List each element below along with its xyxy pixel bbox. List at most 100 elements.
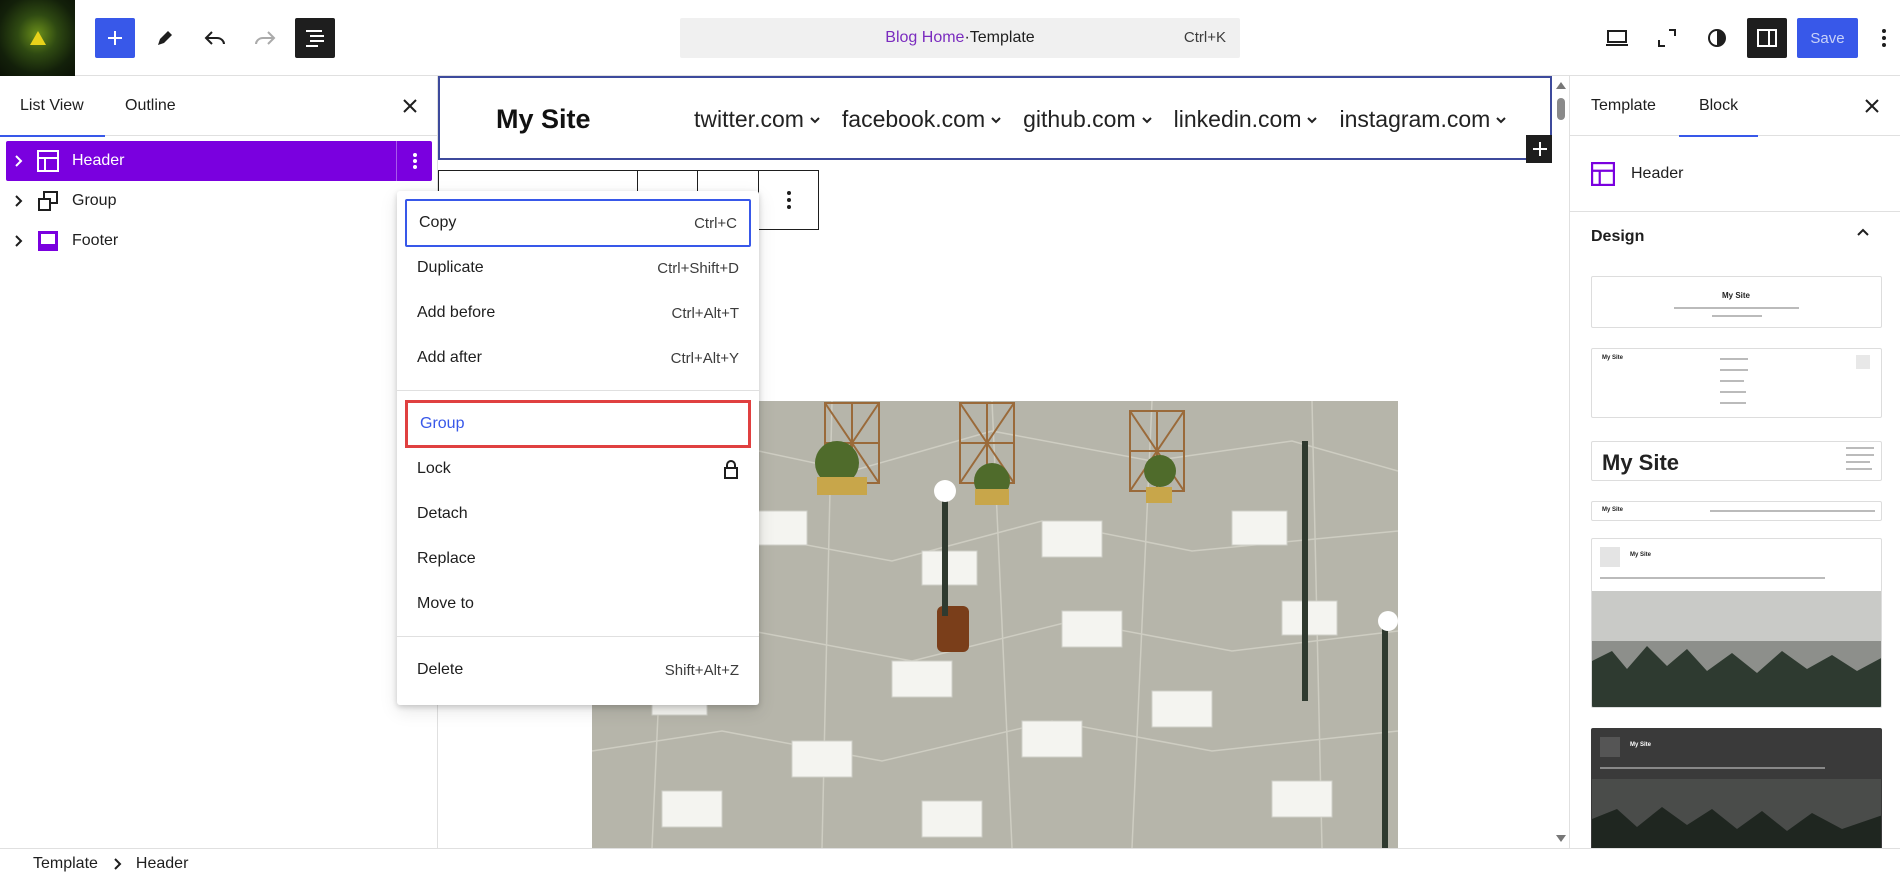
scroll-thumb[interactable] bbox=[1557, 98, 1565, 120]
menu-item-delete[interactable]: Delete Shift+Alt+Z bbox=[405, 646, 751, 694]
block-options-button[interactable] bbox=[396, 141, 432, 181]
plus-icon bbox=[1533, 142, 1547, 156]
save-button[interactable]: Save bbox=[1797, 18, 1858, 58]
nav-item-facebook[interactable]: facebook.com bbox=[842, 106, 1001, 133]
menu-item-duplicate[interactable]: Duplicate Ctrl+Shift+D bbox=[405, 244, 751, 292]
breadcrumb: Template Header bbox=[0, 848, 1900, 879]
list-view-item-label: Group bbox=[72, 192, 117, 209]
document-overview-button[interactable] bbox=[295, 18, 335, 58]
list-view-item-footer[interactable]: Footer bbox=[6, 221, 432, 261]
top-toolbar: Blog Home · Template Ctrl+K Save bbox=[0, 0, 1900, 76]
lock-icon bbox=[724, 460, 738, 479]
device-preview-button[interactable] bbox=[1597, 18, 1637, 58]
chevron-right-icon[interactable] bbox=[6, 235, 32, 247]
block-inserter-button[interactable] bbox=[1526, 135, 1554, 163]
undo-icon bbox=[204, 31, 225, 45]
chevron-down-icon bbox=[1496, 116, 1507, 123]
breadcrumb-item-header[interactable]: Header bbox=[136, 855, 188, 873]
menu-item-replace[interactable]: Replace bbox=[405, 535, 751, 583]
menu-item-detach[interactable]: Detach bbox=[405, 490, 751, 538]
nav-item-linkedin[interactable]: linkedin.com bbox=[1174, 106, 1318, 133]
chevron-down-icon bbox=[810, 116, 820, 123]
menu-item-copy[interactable]: Copy Ctrl+C bbox=[405, 199, 751, 247]
pattern-preview-centered[interactable]: My Site bbox=[1591, 276, 1882, 328]
close-icon bbox=[403, 99, 417, 113]
chevron-up-icon[interactable] bbox=[1856, 227, 1870, 237]
close-list-view-button[interactable] bbox=[396, 92, 424, 120]
pattern-preview-large-title[interactable]: My Site bbox=[1591, 441, 1882, 481]
tools-button[interactable] bbox=[145, 18, 185, 58]
block-card-title: Header bbox=[1631, 165, 1684, 182]
block-options-menu: Copy Ctrl+C Duplicate Ctrl+Shift+D Add b… bbox=[397, 191, 759, 705]
tab-template[interactable]: Template bbox=[1591, 76, 1656, 136]
command-bar-page: Blog Home bbox=[885, 29, 965, 46]
nav-item-twitter[interactable]: twitter.com bbox=[694, 106, 820, 133]
plus-icon bbox=[108, 31, 122, 45]
canvas-scrollbar[interactable] bbox=[1552, 76, 1569, 848]
desktop-icon bbox=[1606, 30, 1628, 46]
pencil-icon bbox=[158, 31, 172, 45]
menu-item-group[interactable]: Group bbox=[405, 400, 751, 448]
menu-item-lock[interactable]: Lock bbox=[405, 445, 751, 493]
chevron-right-icon bbox=[114, 858, 122, 870]
pattern-preview-compact[interactable]: My Site bbox=[1591, 501, 1882, 521]
site-icon[interactable] bbox=[0, 0, 75, 76]
design-section-title[interactable]: Design bbox=[1591, 228, 1644, 246]
header-block-icon bbox=[34, 147, 62, 175]
site-logo-icon bbox=[29, 31, 46, 45]
add-block-button[interactable] bbox=[95, 18, 135, 58]
header-block-icon bbox=[1591, 162, 1615, 186]
block-toolbar-options-button[interactable] bbox=[759, 171, 819, 229]
scroll-down-arrow[interactable] bbox=[1556, 835, 1566, 842]
chevron-down-icon bbox=[1307, 116, 1318, 123]
list-view-panel: List View Outline Header Group Footer bbox=[0, 76, 438, 848]
block-card: Header bbox=[1570, 137, 1900, 212]
tab-block[interactable]: Block bbox=[1679, 76, 1758, 137]
breadcrumb-item-template[interactable]: Template bbox=[33, 855, 98, 873]
fullscreen-icon bbox=[1658, 29, 1676, 47]
chevron-down-icon bbox=[1141, 116, 1152, 123]
command-bar-type: Template bbox=[969, 29, 1035, 46]
settings-sidebar-button[interactable] bbox=[1747, 18, 1787, 58]
list-view-item-header[interactable]: Header bbox=[6, 141, 432, 181]
header-block[interactable]: My Site twitter.com facebook.com github.… bbox=[438, 76, 1554, 163]
pattern-preview-dark[interactable]: My Site bbox=[1591, 728, 1882, 848]
more-vertical-icon bbox=[1882, 29, 1886, 47]
undo-button[interactable] bbox=[195, 18, 235, 58]
nav-item-instagram[interactable]: instagram.com bbox=[1339, 106, 1507, 133]
chevron-down-icon bbox=[991, 116, 1001, 123]
redo-icon bbox=[255, 31, 276, 45]
group-block-icon bbox=[34, 187, 62, 215]
options-menu-button[interactable] bbox=[1870, 18, 1898, 58]
nav-item-github[interactable]: github.com bbox=[1023, 106, 1152, 133]
pattern-preview-stacked-nav[interactable]: My Site bbox=[1591, 348, 1882, 418]
command-palette-bar[interactable]: Blog Home · Template Ctrl+K bbox=[680, 18, 1240, 58]
site-title[interactable]: My Site bbox=[496, 104, 591, 135]
scroll-up-arrow[interactable] bbox=[1556, 82, 1566, 89]
left-panel-tabs: List View Outline bbox=[0, 76, 437, 137]
list-view-item-group[interactable]: Group bbox=[6, 181, 432, 221]
command-bar-shortcut: Ctrl+K bbox=[1183, 29, 1226, 46]
tab-list-view[interactable]: List View bbox=[0, 76, 105, 137]
more-vertical-icon bbox=[412, 153, 417, 169]
list-view-item-label: Footer bbox=[72, 232, 119, 249]
navigation: twitter.com facebook.com github.com link… bbox=[694, 106, 1528, 133]
chevron-right-icon[interactable] bbox=[6, 195, 32, 207]
menu-item-add-before[interactable]: Add before Ctrl+Alt+T bbox=[405, 289, 751, 337]
list-view-item-label: Header bbox=[72, 152, 125, 169]
list-view-icon bbox=[306, 30, 324, 47]
right-panel-tabs: Template Block bbox=[1570, 76, 1900, 137]
chevron-right-icon[interactable] bbox=[6, 155, 32, 167]
menu-item-add-after[interactable]: Add after Ctrl+Alt+Y bbox=[405, 334, 751, 382]
footer-block-icon bbox=[34, 227, 62, 255]
close-settings-button[interactable] bbox=[1858, 92, 1886, 120]
tab-outline[interactable]: Outline bbox=[125, 76, 176, 136]
sidebar-icon bbox=[1757, 29, 1777, 47]
styles-button[interactable] bbox=[1697, 18, 1737, 58]
redo-button[interactable] bbox=[245, 18, 285, 58]
menu-item-move-to[interactable]: Move to bbox=[405, 580, 751, 628]
contrast-icon bbox=[1708, 29, 1726, 47]
pattern-preview-with-image[interactable]: My Site bbox=[1591, 538, 1882, 708]
close-icon bbox=[1865, 99, 1879, 113]
fullscreen-button[interactable] bbox=[1647, 18, 1687, 58]
